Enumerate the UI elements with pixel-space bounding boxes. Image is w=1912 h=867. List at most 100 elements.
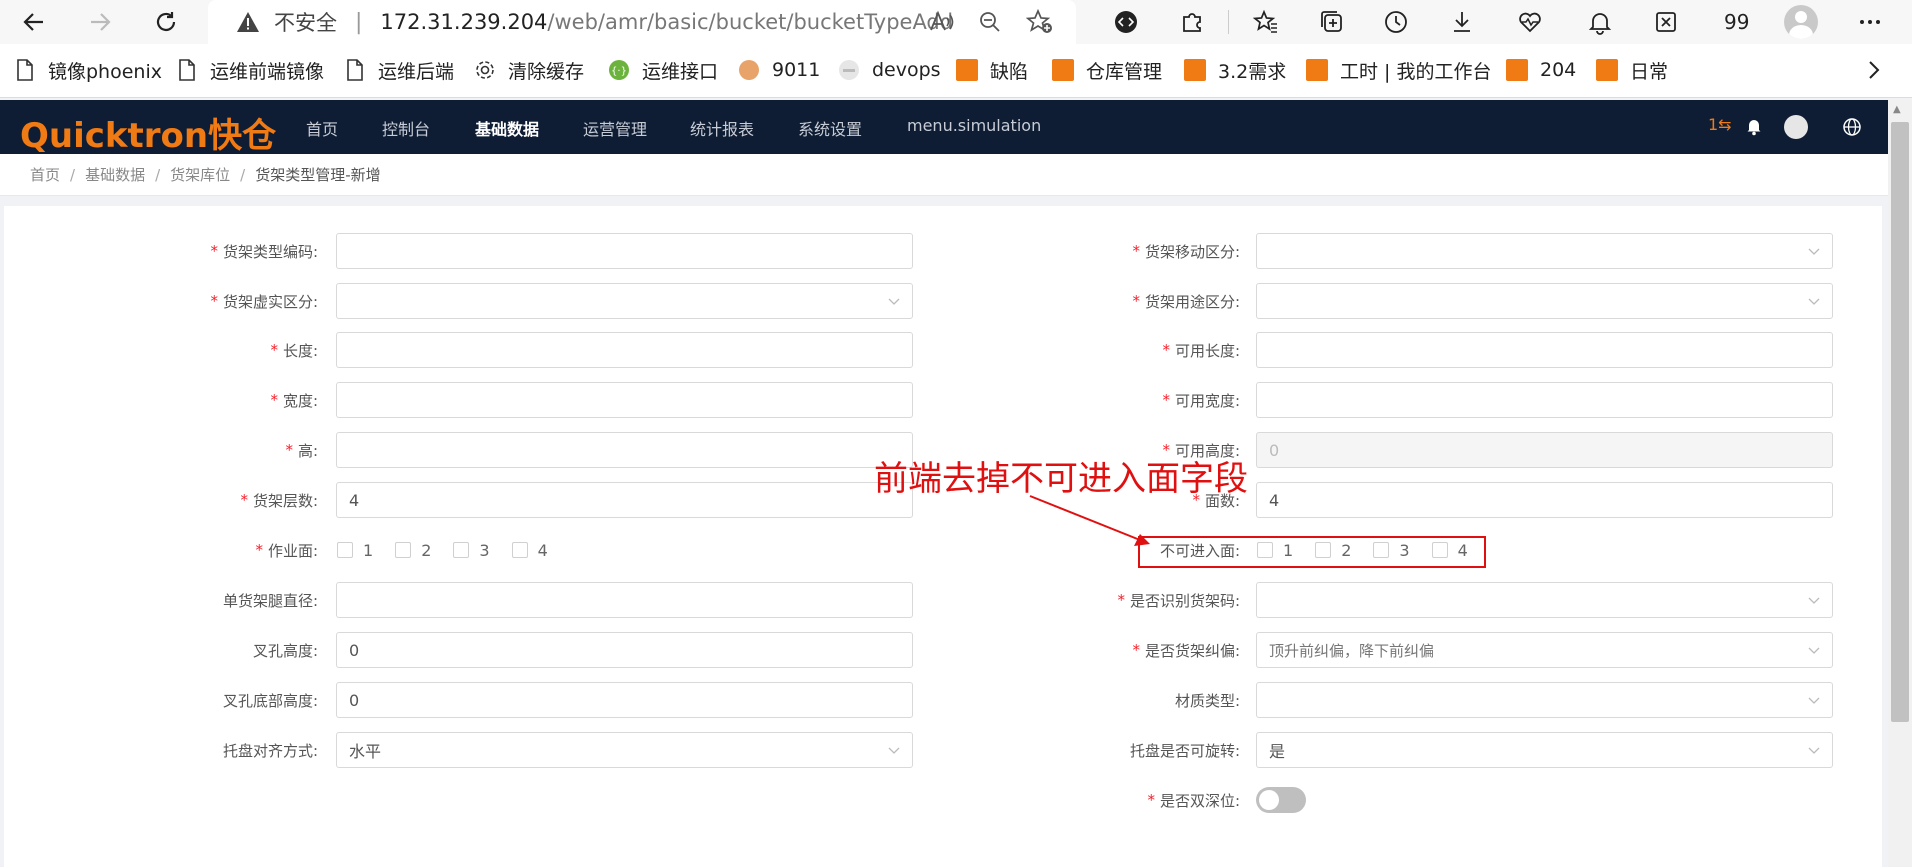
quicktron-logo-icon [1506, 59, 1528, 81]
bookmark-item[interactable]: 运维后端 [344, 56, 454, 84]
scrollbar-thumb[interactable] [1891, 122, 1909, 722]
height-input[interactable] [336, 432, 913, 468]
face-count-input[interactable]: 4 [1256, 482, 1833, 518]
usable-width-input[interactable] [1256, 382, 1833, 418]
chevron-down-icon [1808, 248, 1820, 255]
usable-length-input[interactable] [1256, 332, 1833, 368]
work-face-checkbox[interactable]: 4 [511, 541, 548, 560]
work-face-checkbox[interactable]: 3 [453, 541, 490, 560]
leg-diameter-input[interactable] [336, 582, 913, 618]
zoom-out-icon[interactable] [978, 10, 1002, 34]
extensions-puzzle-icon[interactable] [1178, 8, 1206, 36]
bookmark-item[interactable]: devops [838, 56, 941, 84]
menu-item-operations[interactable]: 运营管理 [583, 116, 647, 140]
form-label: * 长度: [270, 341, 318, 360]
quicktron-logo-icon [1596, 59, 1618, 81]
offset-correction-select[interactable]: 顶升前纠偏，降下前纠偏 [1256, 632, 1833, 668]
menu-item-reports[interactable]: 统计报表 [690, 116, 754, 140]
favorites-icon[interactable] [1252, 8, 1280, 36]
form-label: * 是否双深位: [1147, 791, 1240, 810]
fork-hole-bottom-height-input[interactable]: 0 [336, 682, 913, 718]
menu-item-home[interactable]: 首页 [306, 116, 338, 140]
form-label: 托盘对齐方式: [222, 741, 318, 760]
work-face-checkbox[interactable]: 1 [337, 541, 373, 560]
breadcrumb-item[interactable]: 基础数据 [85, 164, 145, 185]
switch-badge[interactable]: 1⇆ [1708, 115, 1732, 134]
menu-item-basic-data[interactable]: 基础数据 [475, 116, 539, 140]
bookmark-item[interactable]: 工时 | 我的工作台 [1306, 56, 1491, 84]
user-avatar[interactable] [1784, 115, 1808, 139]
counter-text[interactable]: 99 [1724, 10, 1749, 34]
pallet-align-select[interactable]: 水平 [336, 732, 913, 768]
bookmarks-overflow-button[interactable] [1864, 56, 1884, 84]
bookmark-item[interactable]: 镜像phoenix [14, 56, 162, 84]
bookmark-item[interactable]: 仓库管理 [1052, 56, 1162, 84]
breadcrumb: 首页 / 基础数据 / 货架库位 / 货架类型管理-新增 [0, 154, 1888, 196]
collections-icon[interactable] [1318, 8, 1346, 36]
read-aloud-icon[interactable] [928, 10, 954, 34]
api-icon: {·} [608, 59, 630, 81]
profile-avatar[interactable] [1784, 5, 1818, 39]
bookmark-label: 204 [1540, 59, 1577, 81]
quicktron-logo[interactable]: Quicktron快仓 [20, 108, 276, 157]
toolbar-divider [1228, 10, 1229, 34]
address-host: 172.31.239.204 [380, 10, 548, 34]
material-type-select[interactable] [1256, 682, 1833, 718]
warning-icon [237, 12, 259, 32]
bookmark-item[interactable]: 清除缓存 [474, 56, 584, 84]
favorite-add-icon[interactable] [1026, 9, 1054, 35]
svg-text:{·}: {·} [611, 66, 627, 77]
form-label: * 可用宽度: [1162, 391, 1240, 410]
globe-icon[interactable] [1842, 117, 1862, 137]
work-face-checkbox-group: 1 2 3 4 [337, 533, 570, 567]
form-label: * 是否识别货架码: [1117, 591, 1240, 610]
quicktron-logo-icon [1052, 59, 1074, 81]
bookmark-item[interactable]: 204 [1506, 56, 1576, 84]
form-label: * 货架类型编码: [210, 242, 318, 261]
layer-count-input[interactable]: 4 [336, 482, 913, 518]
width-input[interactable] [336, 382, 913, 418]
menu-item-settings[interactable]: 系统设置 [798, 116, 862, 140]
bucket-move-select[interactable] [1256, 233, 1833, 269]
double-deep-toggle[interactable] [1256, 787, 1306, 813]
recognize-code-select[interactable] [1256, 582, 1833, 618]
site-icon [838, 59, 860, 81]
address-bar[interactable]: 不安全 | 172.31.239.204/web/amr/basic/bucke… [208, 0, 1076, 44]
bell-icon[interactable] [1744, 116, 1764, 136]
bucket-type-code-input[interactable] [336, 233, 913, 269]
fork-hole-height-input[interactable]: 0 [336, 632, 913, 668]
bookmark-item[interactable]: 缺陷 [956, 56, 1028, 84]
notification-bell-icon[interactable] [1586, 8, 1614, 36]
bookmark-item[interactable]: 运维前端镜像 [176, 56, 324, 84]
refresh-icon [156, 12, 176, 31]
pallet-rotatable-select[interactable]: 是 [1256, 732, 1833, 768]
bookmark-item[interactable]: 9011 [738, 56, 820, 84]
download-icon[interactable] [1448, 8, 1476, 36]
gear-icon [474, 59, 496, 81]
bookmark-item[interactable]: 日常 [1596, 56, 1668, 84]
extension-code-icon[interactable] [1112, 8, 1140, 36]
menu-item-console[interactable]: 控制台 [382, 116, 430, 140]
scroll-up-arrow-icon[interactable]: ▲ [1893, 104, 1901, 115]
bucket-virtual-select[interactable] [336, 283, 913, 319]
excel-extension-icon[interactable] [1652, 8, 1680, 36]
site-icon [738, 59, 760, 81]
bookmark-item[interactable]: 3.2需求 [1184, 56, 1286, 84]
chevron-down-icon [1808, 697, 1820, 704]
more-menu-icon[interactable] [1856, 8, 1884, 36]
bucket-usage-select[interactable] [1256, 283, 1833, 319]
breadcrumb-item[interactable]: 首页 [30, 164, 60, 185]
menu-item-simulation[interactable]: menu.simulation [907, 116, 1041, 135]
breadcrumb-item[interactable]: 货架库位 [170, 164, 230, 185]
work-face-checkbox[interactable]: 2 [395, 541, 431, 560]
length-input[interactable] [336, 332, 913, 368]
history-icon[interactable] [1382, 8, 1410, 36]
bookmark-item[interactable]: {·} 运维接口 [608, 56, 718, 84]
health-heart-icon[interactable] [1516, 8, 1544, 36]
back-button[interactable] [18, 6, 50, 38]
forward-button[interactable] [84, 6, 116, 38]
refresh-button[interactable] [150, 6, 182, 38]
chevron-down-icon [1808, 747, 1820, 754]
form-label: * 货架虚实区分: [210, 292, 318, 311]
form-label: 叉孔底部高度: [222, 691, 318, 710]
